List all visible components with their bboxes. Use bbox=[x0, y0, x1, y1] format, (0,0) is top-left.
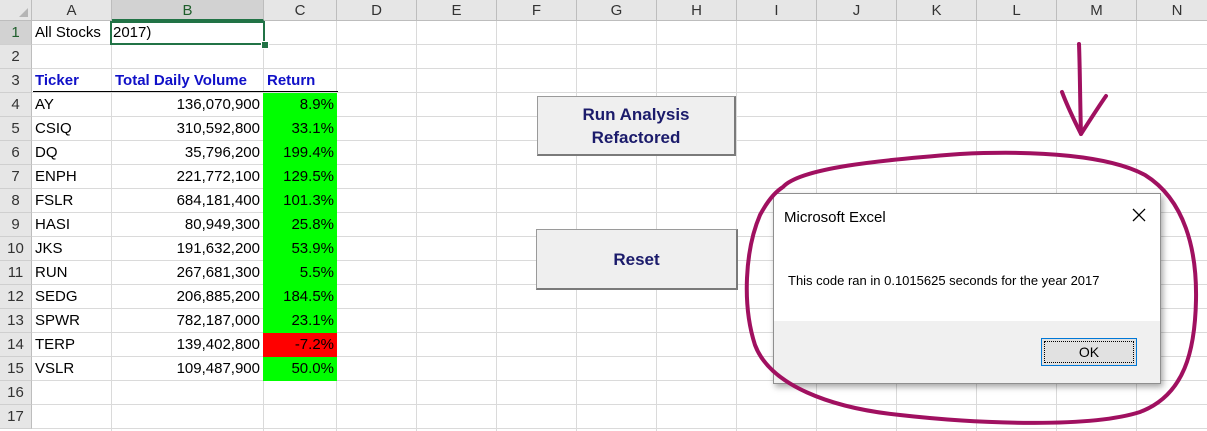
grid-vline bbox=[576, 21, 577, 431]
spreadsheet: ABCDEFGHIJKLMN 1 2 3 4 5 6 7 8 9 10 11 12 13 14 15 16 17… bbox=[0, 0, 1207, 431]
message-box: Microsoft Excel This code ran in 0.10156… bbox=[773, 193, 1161, 384]
ticker-cell[interactable]: ENPH bbox=[32, 165, 80, 189]
arrow-down-icon bbox=[1060, 42, 1108, 136]
volume-cell[interactable]: 267,681,300 bbox=[110, 261, 263, 285]
volume-cell[interactable]: 109,487,900 bbox=[110, 357, 263, 381]
fill-handle[interactable] bbox=[261, 41, 269, 49]
column-header-g[interactable]: G bbox=[577, 0, 657, 21]
header-underline bbox=[33, 91, 338, 92]
row-header-6[interactable]: 6 bbox=[0, 141, 32, 165]
return-cell[interactable]: 33.1% bbox=[263, 117, 337, 141]
ticker-cell[interactable]: DQ bbox=[32, 141, 61, 165]
dialog-message: This code ran in 0.1015625 seconds for t… bbox=[788, 273, 1100, 288]
column-header-h[interactable]: H bbox=[657, 0, 737, 21]
row-header-10[interactable]: 10 bbox=[0, 237, 32, 261]
column-header-f[interactable]: F bbox=[497, 0, 577, 21]
return-cell[interactable]: 129.5% bbox=[263, 165, 337, 189]
volume-cell[interactable]: 80,949,300 bbox=[110, 213, 263, 237]
grid-hline bbox=[32, 428, 1207, 429]
row-header-15[interactable]: 15 bbox=[0, 357, 32, 381]
active-cell-border bbox=[110, 21, 265, 45]
volume-cell[interactable]: 35,796,200 bbox=[110, 141, 263, 165]
volume-cell[interactable]: 310,592,800 bbox=[110, 117, 263, 141]
return-cell[interactable]: 184.5% bbox=[263, 285, 337, 309]
ok-button[interactable]: OK bbox=[1041, 338, 1137, 366]
return-cell[interactable]: -7.2% bbox=[263, 333, 337, 357]
return-cell[interactable]: 8.9% bbox=[263, 93, 337, 117]
run-button-label-line1: Run Analysis bbox=[582, 104, 690, 124]
column-header-i[interactable]: I bbox=[737, 0, 817, 21]
column-header-d[interactable]: D bbox=[337, 0, 417, 21]
volume-cell[interactable]: 139,402,800 bbox=[110, 333, 263, 357]
dialog-title: Microsoft Excel bbox=[784, 209, 886, 226]
grid-vline bbox=[656, 21, 657, 431]
row-header-9[interactable]: 9 bbox=[0, 213, 32, 237]
row-header-2[interactable]: 2 bbox=[0, 45, 32, 69]
reset-button-label: Reset bbox=[613, 249, 660, 269]
row-header-14[interactable]: 14 bbox=[0, 333, 32, 357]
row-header-17[interactable]: 17 bbox=[0, 405, 32, 429]
volume-cell[interactable]: 684,181,400 bbox=[110, 189, 263, 213]
volume-cell[interactable]: 221,772,100 bbox=[110, 165, 263, 189]
return-cell[interactable]: 5.5% bbox=[263, 261, 337, 285]
row-header-7[interactable]: 7 bbox=[0, 165, 32, 189]
row-header-11[interactable]: 11 bbox=[0, 261, 32, 285]
ticker-cell[interactable]: VSLR bbox=[32, 357, 77, 381]
header-ticker[interactable]: Ticker bbox=[32, 69, 82, 93]
volume-cell[interactable]: 191,632,200 bbox=[110, 237, 263, 261]
row-header-1[interactable]: 1 bbox=[0, 21, 32, 45]
row-header-12[interactable]: 12 bbox=[0, 285, 32, 309]
ticker-cell[interactable]: SEDG bbox=[32, 285, 81, 309]
column-header-e[interactable]: E bbox=[417, 0, 497, 21]
grid-vline bbox=[736, 21, 737, 431]
row-header-5[interactable]: 5 bbox=[0, 117, 32, 141]
column-header-a[interactable]: A bbox=[32, 0, 112, 21]
return-cell[interactable]: 25.8% bbox=[263, 213, 337, 237]
volume-cell[interactable]: 136,070,900 bbox=[110, 93, 263, 117]
run-analysis-refactored-button[interactable]: Run Analysis Refactored bbox=[537, 96, 736, 156]
column-header-l[interactable]: L bbox=[977, 0, 1057, 21]
column-header-j[interactable]: J bbox=[817, 0, 897, 21]
return-cell[interactable]: 53.9% bbox=[263, 237, 337, 261]
reset-button[interactable]: Reset bbox=[536, 229, 738, 290]
ticker-cell[interactable]: TERP bbox=[32, 333, 78, 357]
grid-hline bbox=[32, 404, 1207, 405]
ticker-cell[interactable]: SPWR bbox=[32, 309, 83, 333]
grid-vline bbox=[416, 21, 417, 431]
column-header-b[interactable]: B bbox=[112, 0, 264, 21]
column-header-c[interactable]: C bbox=[264, 0, 337, 21]
close-icon[interactable] bbox=[1130, 206, 1148, 224]
volume-cell[interactable]: 782,187,000 bbox=[110, 309, 263, 333]
ticker-cell[interactable]: HASI bbox=[32, 213, 73, 237]
ticker-cell[interactable]: JKS bbox=[32, 237, 66, 261]
row-header-16[interactable]: 16 bbox=[0, 381, 32, 405]
return-cell[interactable]: 23.1% bbox=[263, 309, 337, 333]
volume-cell[interactable]: 206,885,200 bbox=[110, 285, 263, 309]
return-cell[interactable]: 101.3% bbox=[263, 189, 337, 213]
ticker-cell[interactable]: CSIQ bbox=[32, 117, 75, 141]
row-header-13[interactable]: 13 bbox=[0, 309, 32, 333]
return-cell[interactable]: 199.4% bbox=[263, 141, 337, 165]
return-cell[interactable]: 50.0% bbox=[263, 357, 337, 381]
column-header-m[interactable]: M bbox=[1057, 0, 1137, 21]
grid-vline bbox=[496, 21, 497, 431]
ticker-cell[interactable]: RUN bbox=[32, 261, 71, 285]
row-header-8[interactable]: 8 bbox=[0, 189, 32, 213]
header-return[interactable]: Return bbox=[264, 69, 318, 93]
ticker-cell[interactable]: AY bbox=[32, 93, 57, 117]
column-header-n[interactable]: N bbox=[1137, 0, 1207, 21]
row-header-4[interactable]: 4 bbox=[0, 93, 32, 117]
column-header-k[interactable]: K bbox=[897, 0, 977, 21]
row-header-3[interactable]: 3 bbox=[0, 69, 32, 93]
header-total-daily-volume[interactable]: Total Daily Volume bbox=[112, 69, 250, 93]
ticker-cell[interactable]: FSLR bbox=[32, 189, 76, 213]
cell-a1[interactable]: All Stocks bbox=[32, 21, 104, 45]
run-button-label-line2: Refactored bbox=[591, 127, 681, 147]
select-all-corner[interactable] bbox=[0, 0, 32, 21]
